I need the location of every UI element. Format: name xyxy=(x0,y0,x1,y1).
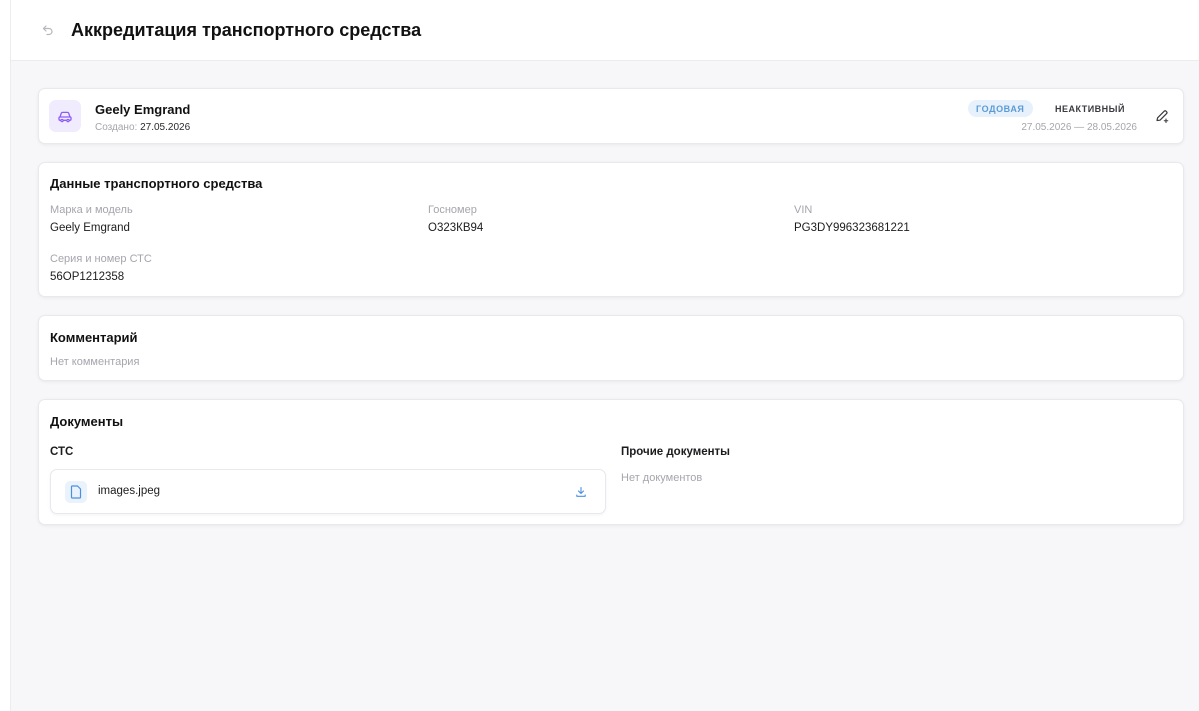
file-icon xyxy=(65,481,87,503)
page-header: Аккредитация транспортного средства xyxy=(11,0,1199,61)
created-date: 27.05.2026 xyxy=(140,122,191,133)
file-item[interactable]: images.jpeg xyxy=(50,469,606,514)
vehicle-data-title: Данные транспортного средства xyxy=(50,176,263,191)
created-label: Создано: xyxy=(95,122,138,133)
other-docs-empty-text: Нет документов xyxy=(621,472,703,484)
field-value-vin: PG3DY996323681221 xyxy=(794,222,910,234)
type-badge: ГОДОВАЯ xyxy=(968,100,1033,117)
documents-title: Документы xyxy=(50,414,124,429)
vehicle-name: Geely Emgrand xyxy=(95,102,191,117)
car-icon xyxy=(49,100,81,132)
page-title: Аккредитация транспортного средства xyxy=(71,19,422,40)
documents-card: Документы СТС images.jpeg Прочие докумен… xyxy=(38,399,1184,525)
created-info: Создано: 27.05.2026 xyxy=(95,122,190,133)
field-value-sts: 56ОР1212358 xyxy=(50,271,125,283)
download-icon[interactable] xyxy=(573,484,589,500)
app-frame: Аккредитация транспортного средства Geel… xyxy=(10,0,1199,711)
field-label-brand-model: Марка и модель xyxy=(50,204,133,216)
comment-empty-text: Нет комментария xyxy=(50,356,140,368)
other-docs-title: Прочие документы xyxy=(621,446,730,458)
comment-card: Комментарий Нет комментария xyxy=(38,315,1184,381)
main-content: Geely Emgrand Создано: 27.05.2026 ГОДОВА… xyxy=(11,61,1199,711)
field-value-plate: О323КВ94 xyxy=(428,222,484,234)
validity-period: 27.05.2026 — 28.05.2026 xyxy=(1021,122,1137,133)
field-label-sts: Серия и номер СТС xyxy=(50,253,152,265)
field-value-brand-model: Geely Emgrand xyxy=(50,222,130,234)
vehicle-summary-card: Geely Emgrand Создано: 27.05.2026 ГОДОВА… xyxy=(38,88,1184,144)
edit-pencil-icon[interactable] xyxy=(1153,107,1171,125)
field-label-plate: Госномер xyxy=(428,204,477,216)
vehicle-data-card: Данные транспортного средства Марка и мо… xyxy=(38,162,1184,297)
comment-title: Комментарий xyxy=(50,330,138,345)
field-label-vin: VIN xyxy=(794,204,813,216)
file-name: images.jpeg xyxy=(98,485,161,497)
sts-docs-title: СТС xyxy=(50,446,74,458)
status-badge: НЕАКТИВНЫЙ xyxy=(1055,103,1125,114)
back-arrow-icon[interactable] xyxy=(41,23,55,37)
